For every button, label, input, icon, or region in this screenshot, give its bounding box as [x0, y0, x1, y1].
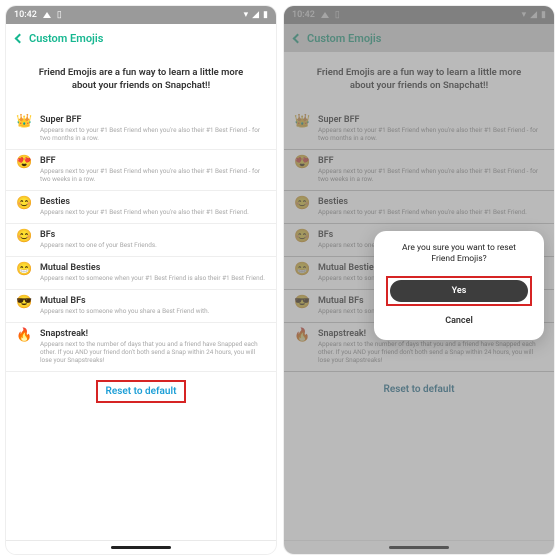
row-title: Besties: [40, 197, 266, 207]
row-desc: Appears next to your #1 Best Friend when…: [40, 167, 266, 183]
row-title: Mutual Besties: [40, 263, 266, 273]
list-item[interactable]: 😍 BFF Appears next to your #1 Best Frien…: [6, 150, 276, 191]
list-item[interactable]: 😎 Mutual BFs Appears next to someone who…: [6, 290, 276, 323]
title-bar: Custom Emojis: [6, 24, 276, 52]
phone-left: 10:42 ▯ ▾ ◢ ▮ Custom Emojis Friend Emoji…: [6, 6, 276, 554]
row-title: Snapstreak!: [40, 329, 266, 339]
status-bar: 10:42 ▯ ▾ ◢ ▮: [6, 6, 276, 24]
emoji-icon: 😍: [16, 156, 32, 183]
row-title: BFs: [40, 230, 266, 240]
page-title: Custom Emojis: [29, 32, 103, 45]
row-desc: Appears next to someone when your #1 Bes…: [40, 274, 266, 282]
row-desc: Appears next to your #1 Best Friend when…: [40, 126, 266, 142]
cancel-button[interactable]: Cancel: [386, 312, 532, 330]
list-item[interactable]: 👑 Super BFF Appears next to your #1 Best…: [6, 109, 276, 150]
row-title: BFF: [40, 156, 266, 166]
signal-icon: ◢: [252, 10, 259, 20]
warning-icon: [43, 12, 51, 18]
back-icon[interactable]: [15, 33, 25, 43]
confirm-dialog: Are you sure you want to reset Friend Em…: [374, 231, 544, 340]
intro-text: Friend Emojis are a fun way to learn a l…: [6, 52, 276, 109]
emoji-icon: 😁: [16, 263, 32, 282]
battery-icon: ▮: [263, 10, 268, 20]
row-desc: Appears next to your #1 Best Friend when…: [40, 208, 266, 216]
list-item[interactable]: 😊 Besties Appears next to your #1 Best F…: [6, 191, 276, 224]
emoji-icon: 😎: [16, 296, 32, 315]
emoji-icon: 😊: [16, 197, 32, 216]
nav-bar: [6, 540, 276, 554]
list-item[interactable]: 😁 Mutual Besties Appears next to someone…: [6, 257, 276, 290]
list-item[interactable]: 😊 BFs Appears next to one of your Best F…: [6, 224, 276, 257]
archive-icon: ▯: [57, 10, 62, 20]
row-title: Mutual BFs: [40, 296, 266, 306]
wifi-icon: ▾: [244, 10, 249, 20]
dialog-message: Are you sure you want to reset Friend Em…: [386, 243, 532, 266]
row-desc: Appears next to someone who you share a …: [40, 307, 266, 315]
clock: 10:42: [14, 10, 37, 20]
phone-right: 10:42 ▯ ▾ ◢ ▮ Custom Emojis Friend Emoji…: [284, 6, 554, 554]
row-desc: Appears next to one of your Best Friends…: [40, 241, 266, 249]
home-handle[interactable]: [111, 546, 171, 549]
row-desc: Appears next to the number of days that …: [40, 340, 266, 364]
emoji-icon: 👑: [16, 115, 32, 142]
emoji-icon: 🔥: [16, 329, 32, 364]
emoji-icon: 😊: [16, 230, 32, 249]
yes-button[interactable]: Yes: [390, 280, 528, 302]
reset-to-default-button[interactable]: Reset to default: [96, 380, 187, 403]
row-title: Super BFF: [40, 115, 266, 125]
list-item[interactable]: 🔥 Snapstreak! Appears next to the number…: [6, 323, 276, 372]
emoji-list: 👑 Super BFF Appears next to your #1 Best…: [6, 109, 276, 540]
